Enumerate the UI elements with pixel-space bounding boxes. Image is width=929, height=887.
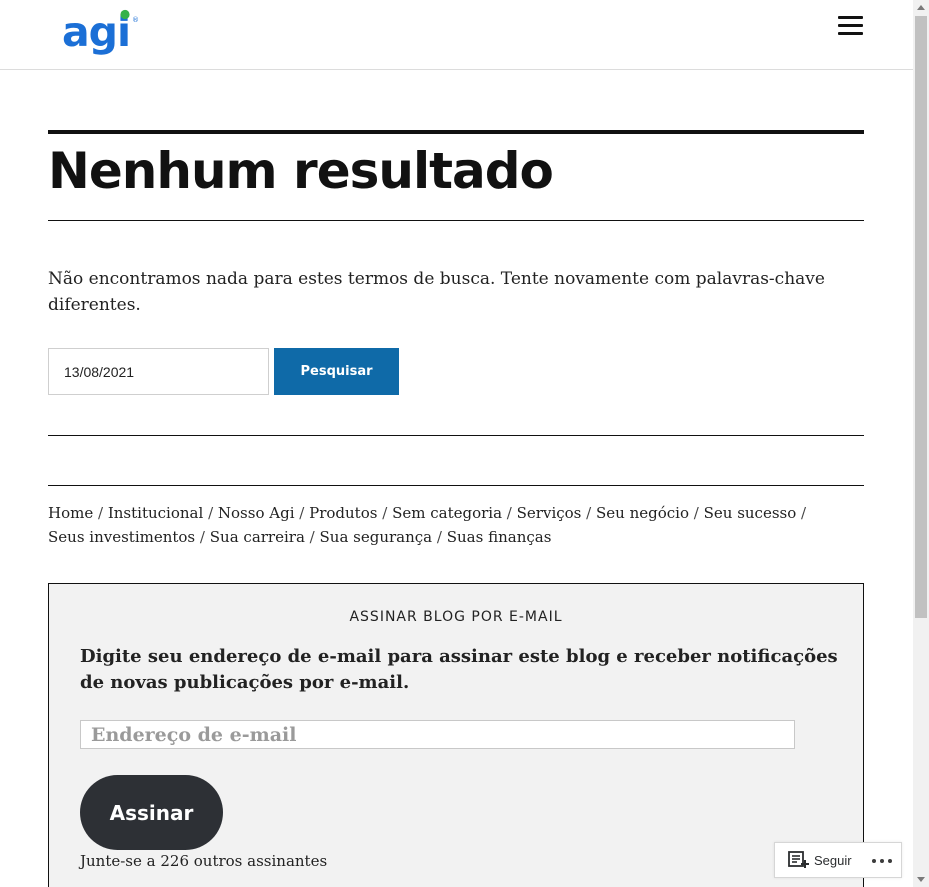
category-separator: /: [199, 528, 205, 546]
scroll-up-arrow-icon[interactable]: [913, 0, 929, 16]
no-results-message: Não encontramos nada para estes termos d…: [48, 269, 825, 315]
site-header: agi ®: [0, 0, 913, 70]
widget-title: ASSINAR BLOG POR E-MAIL: [349, 609, 563, 625]
category-link[interactable]: Sua carreira: [210, 528, 305, 546]
subscribe-widget: ASSINAR BLOG POR E-MAIL Digite seu ender…: [48, 583, 864, 887]
category-link[interactable]: Seu sucesso: [704, 504, 797, 522]
category-separator: /: [382, 504, 388, 522]
subscriber-count: Junte-se a 226 outros assinantes: [80, 852, 328, 870]
section-divider: [48, 435, 864, 436]
agi-logo-icon: agi ®: [62, 8, 139, 56]
subscribe-button[interactable]: Assinar: [80, 775, 223, 850]
title-bottom-rule: [48, 220, 864, 221]
category-link[interactable]: Seus investimentos: [48, 528, 195, 546]
category-separator: /: [436, 528, 442, 546]
category-link[interactable]: Institucional: [108, 504, 203, 522]
category-link[interactable]: Sua segurança: [320, 528, 433, 546]
scrollbar-thumb[interactable]: [915, 16, 927, 618]
page: agi ® Nenhum resultado Não encontramos n…: [0, 0, 913, 887]
category-separator: /: [208, 504, 214, 522]
category-link[interactable]: Sem categoria: [392, 504, 502, 522]
more-dots-icon[interactable]: [871, 851, 895, 869]
scroll-down-arrow-icon[interactable]: [913, 871, 929, 887]
category-separator: /: [693, 504, 699, 522]
category-link[interactable]: Produtos: [309, 504, 377, 522]
category-link[interactable]: Home: [48, 504, 93, 522]
section-divider: [48, 485, 864, 486]
svg-text:agi: agi: [62, 8, 130, 56]
category-link[interactable]: Serviços: [517, 504, 582, 522]
category-separator: /: [299, 504, 305, 522]
follow-bar: Seguir: [774, 842, 902, 878]
category-separator: /: [98, 504, 104, 522]
category-separator: /: [801, 504, 807, 522]
title-top-rule: [48, 130, 864, 134]
category-links: Home / Institucional / Nosso Agi / Produ…: [48, 501, 838, 549]
search-input[interactable]: [48, 348, 269, 395]
category-separator: /: [506, 504, 512, 522]
page-title: Nenhum resultado: [48, 142, 554, 200]
site-logo[interactable]: agi ®: [62, 8, 142, 56]
follow-button[interactable]: Seguir: [775, 843, 861, 877]
hamburger-menu-icon[interactable]: [838, 14, 864, 36]
search-button[interactable]: Pesquisar: [274, 348, 399, 395]
category-separator: /: [586, 504, 592, 522]
vertical-scrollbar[interactable]: [913, 0, 929, 887]
svg-text:®: ®: [132, 16, 139, 24]
email-field[interactable]: [80, 720, 795, 749]
category-separator: /: [309, 528, 315, 546]
reader-follow-icon: [788, 851, 809, 868]
category-link[interactable]: Nosso Agi: [218, 504, 295, 522]
widget-description: Digite seu endereço de e-mail para assin…: [80, 646, 838, 693]
follow-label: Seguir: [814, 853, 852, 868]
category-link[interactable]: Seu negócio: [596, 504, 689, 522]
category-link[interactable]: Suas finanças: [447, 528, 552, 546]
